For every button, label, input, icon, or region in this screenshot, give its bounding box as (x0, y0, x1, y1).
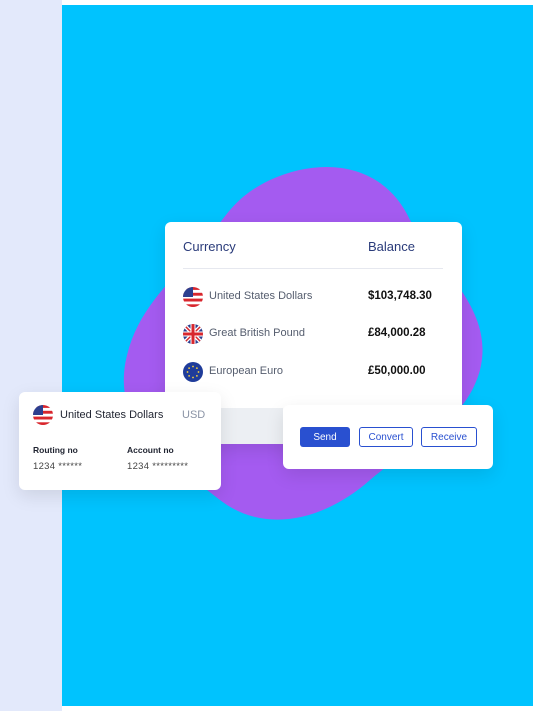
routing-number-value: 1234 ****** (33, 461, 83, 472)
balance-table-header: Currency Balance (183, 222, 443, 269)
currency-balance: £84,000.28 (368, 327, 426, 339)
account-details-card: United States Dollars USD Routing no Acc… (19, 392, 221, 490)
balance-row-eur[interactable]: European Euro £50,000.00 (183, 362, 443, 384)
currency-balance: £50,000.00 (368, 365, 426, 377)
currency-balance: $103,748.30 (368, 290, 432, 302)
us-flag-icon (33, 405, 53, 425)
convert-button[interactable]: Convert (359, 427, 413, 447)
us-flag-icon (183, 287, 203, 307)
balance-column-header: Balance (368, 239, 415, 254)
left-strip (0, 0, 62, 711)
currency-name: European Euro (209, 365, 283, 377)
account-currency-code: USD (182, 409, 206, 421)
send-button[interactable]: Send (300, 427, 350, 447)
actions-card: Send Convert Receive (283, 405, 493, 469)
balance-row-gbp[interactable]: Great British Pound £84,000.28 (183, 324, 443, 346)
routing-number-label: Routing no (33, 445, 78, 455)
account-currency-name: United States Dollars (60, 409, 164, 421)
eu-flag-icon (183, 362, 203, 382)
balance-row-usd[interactable]: United States Dollars $103,748.30 (183, 287, 443, 309)
currency-name: United States Dollars (209, 290, 313, 302)
account-number-label: Account no (127, 445, 174, 455)
currency-name: Great British Pound (209, 327, 305, 339)
account-number-value: 1234 ********* (127, 461, 189, 472)
currency-column-header: Currency (183, 239, 236, 254)
uk-flag-icon (183, 324, 203, 344)
receive-button[interactable]: Receive (421, 427, 477, 447)
